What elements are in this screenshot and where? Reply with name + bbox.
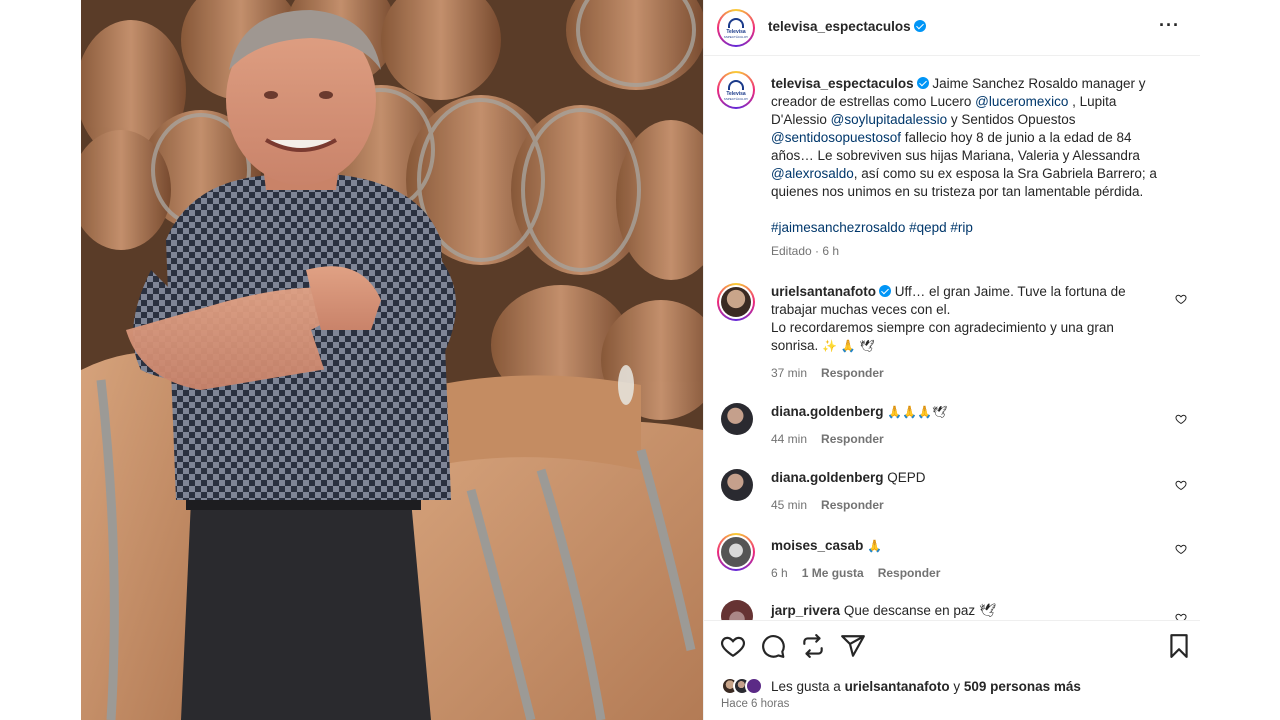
comment-avatar[interactable] [717, 283, 755, 321]
comment-time: 44 min [771, 432, 808, 446]
post-header: Televisa ESPECTÁCULOS televisa_espectacu… [704, 0, 1200, 56]
logo-sub: ESPECTÁCULOS [723, 96, 749, 101]
comment-item: moises_casab 🙏 6 h 1 Me gusta Responder [717, 533, 1187, 583]
comment-item: diana.goldenberg QEPD 45 min Responder [717, 469, 1187, 519]
caption-part: y Sentidos Opuestos [947, 112, 1076, 127]
like-comment-heart-icon[interactable] [1175, 612, 1187, 620]
repost-icon[interactable] [800, 633, 826, 659]
caption-edited: Editado · 6 h [771, 244, 840, 258]
comment-text: Que descanse en paz 🕊 [840, 603, 997, 618]
reply-button[interactable]: Responder [821, 432, 884, 446]
comment-avatar[interactable] [717, 533, 755, 571]
account-avatar[interactable]: Televisa ESPECTÁCULOS [717, 9, 755, 47]
post-photo[interactable] [81, 0, 703, 720]
reply-button[interactable]: Responder [821, 366, 884, 380]
likes-text[interactable]: Les gusta a urielsantanafoto y 509 perso… [771, 679, 1081, 694]
verified-badge-icon [879, 285, 892, 297]
comment-username[interactable]: jarp_rivera [771, 603, 840, 618]
comment-text: QEPD [883, 470, 926, 485]
header-username[interactable]: televisa_espectaculos [768, 19, 911, 34]
comment-item: diana.goldenberg 🙏🙏🙏🕊 44 min Responder [717, 403, 1187, 453]
caption-username[interactable]: televisa_espectaculos [771, 76, 914, 91]
post-panel: Televisa ESPECTÁCULOS televisa_espectacu… [703, 0, 1200, 720]
verified-badge-icon [913, 20, 926, 32]
comment-text: 🙏 [863, 539, 883, 553]
televisa-logo: Televisa ESPECTÁCULOS [721, 13, 751, 43]
more-options-icon[interactable]: ··· [1159, 16, 1180, 34]
comment-time: 45 min [771, 498, 808, 512]
comment-time: 37 min [771, 366, 808, 380]
comment-username[interactable]: moises_casab [771, 538, 863, 553]
mention-link[interactable]: @soylupitadalessio [831, 112, 948, 127]
reply-button[interactable]: Responder [821, 498, 884, 512]
caption-text: televisa_espectaculos Jaime Sanchez Rosa… [771, 75, 1171, 260]
post-caption: Televisa ESPECTÁCULOS televisa_espectacu… [717, 71, 1187, 271]
likes-prefix: Les gusta a [771, 678, 845, 694]
post-timestamp[interactable]: Hace 6 horas [721, 698, 789, 710]
comment-bubble-icon[interactable] [760, 633, 786, 659]
like-comment-heart-icon[interactable] [1175, 543, 1187, 555]
save-bookmark-icon[interactable] [1166, 633, 1192, 659]
likes-count[interactable]: 509 personas más [964, 679, 1081, 694]
comments-scroll[interactable]: Televisa ESPECTÁCULOS televisa_espectacu… [704, 57, 1200, 620]
comment-item: urielsantanafoto Uff… el gran Jaime. Tuv… [717, 283, 1187, 383]
comment-time: 6 h [771, 566, 788, 580]
mention-link[interactable]: @sentidosopuestosof [771, 130, 901, 145]
mention-link[interactable]: @alexrosaldo [771, 166, 854, 181]
caption-avatar[interactable]: Televisa ESPECTÁCULOS [717, 71, 755, 109]
comment-emoji: ✨ 🙏 🕊 [822, 339, 875, 353]
post-image [81, 0, 703, 720]
likes-mid: y [949, 678, 964, 694]
comment-avatar[interactable] [721, 403, 753, 435]
comment-avatar[interactable] [721, 600, 753, 620]
likes-summary: Les gusta a urielsantanafoto y 509 perso… [721, 675, 1081, 697]
like-comment-heart-icon[interactable] [1175, 479, 1187, 491]
comment-username[interactable]: urielsantanafoto [771, 284, 876, 299]
comment-item: jarp_rivera Que descanse en paz 🕊 [717, 600, 1187, 620]
post-actions-footer: Les gusta a urielsantanafoto y 509 perso… [704, 620, 1200, 720]
comment-avatar[interactable] [721, 469, 753, 501]
like-comment-heart-icon[interactable] [1175, 293, 1187, 305]
comment-username[interactable]: diana.goldenberg [771, 404, 884, 419]
share-send-icon[interactable] [840, 633, 866, 659]
liker-avatar [745, 677, 763, 695]
verified-badge-icon [916, 77, 929, 89]
comment-likes[interactable]: 1 Me gusta [802, 566, 864, 580]
comment-username[interactable]: diana.goldenberg [771, 470, 884, 485]
comment-text: 🙏🙏🙏🕊 [883, 405, 948, 419]
mention-link[interactable]: @luceromexico [975, 94, 1068, 109]
logo-sub: ESPECTÁCULOS [723, 34, 749, 39]
reply-button[interactable]: Responder [878, 566, 941, 580]
caption-hashtags[interactable]: #jaimesanchezrosaldo #qepd #rip [771, 219, 1171, 237]
likes-user[interactable]: urielsantanafoto [845, 679, 950, 694]
like-heart-icon[interactable] [720, 633, 746, 659]
like-comment-heart-icon[interactable] [1175, 413, 1187, 425]
